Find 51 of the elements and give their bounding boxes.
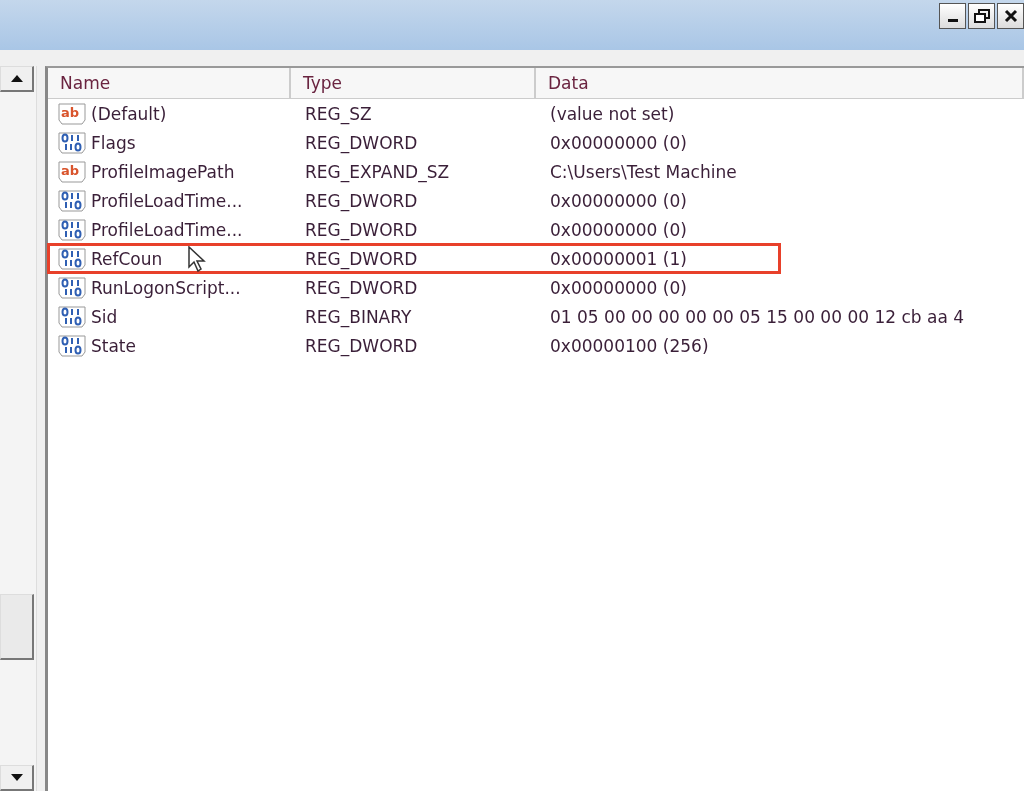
value-name[interactable]: State bbox=[91, 335, 136, 356]
value-name[interactable]: RefCoun bbox=[91, 248, 163, 269]
value-data: 0x00000000 (0) bbox=[550, 132, 687, 153]
column-header[interactable]: Data bbox=[536, 68, 1024, 98]
binary-value-icon bbox=[58, 218, 88, 241]
scroll-up-button[interactable] bbox=[0, 66, 34, 92]
value-data: 0x00000001 (1) bbox=[550, 248, 687, 269]
binary-value-icon bbox=[58, 276, 88, 299]
binary-value-icon bbox=[58, 305, 88, 328]
value-name[interactable]: ProfileLoadTime... bbox=[91, 219, 243, 240]
value-type: REG_DWORD bbox=[305, 248, 418, 269]
value-name[interactable]: ProfileLoadTime... bbox=[91, 190, 243, 211]
value-type: REG_DWORD bbox=[305, 219, 418, 240]
string-value-icon: ab bbox=[58, 160, 88, 183]
column-header[interactable]: Name bbox=[48, 68, 291, 98]
string-value-icon: ab bbox=[58, 102, 88, 125]
close-icon bbox=[1003, 9, 1018, 23]
binary-value-icon bbox=[58, 189, 88, 212]
value-type: REG_DWORD bbox=[305, 335, 418, 356]
down-arrow-icon bbox=[10, 774, 23, 781]
binary-value-icon bbox=[58, 334, 88, 357]
value-name[interactable]: (Default) bbox=[91, 103, 167, 124]
value-type: REG_SZ bbox=[305, 103, 372, 124]
value-type: REG_EXPAND_SZ bbox=[305, 161, 450, 182]
scroll-down-button[interactable] bbox=[0, 765, 34, 791]
restore-icon bbox=[973, 9, 990, 23]
up-arrow-icon bbox=[10, 75, 23, 82]
value-data: 0x00000000 (0) bbox=[550, 219, 687, 240]
value-name[interactable]: Sid bbox=[91, 306, 118, 327]
minimize-icon bbox=[947, 19, 958, 22]
binary-value-icon bbox=[58, 247, 88, 270]
value-name[interactable]: Flags bbox=[91, 132, 136, 153]
column-header[interactable]: Type bbox=[291, 68, 536, 98]
value-data: 0x00000100 (256) bbox=[550, 335, 709, 356]
value-type: REG_DWORD bbox=[305, 277, 418, 298]
value-data: 01 05 00 00 00 00 00 05 15 00 00 00 12 cb aa 4 bbox=[550, 306, 965, 327]
value-type: REG_DWORD bbox=[305, 132, 418, 153]
value-data: 0x00000000 (0) bbox=[550, 190, 687, 211]
value-data: C:\Users\Test Machine bbox=[550, 161, 737, 182]
minimize-button[interactable] bbox=[939, 3, 966, 29]
mouse-cursor-icon bbox=[188, 246, 206, 272]
value-type: REG_BINARY bbox=[305, 306, 412, 327]
value-name[interactable]: ProfileImagePath bbox=[91, 161, 235, 182]
value-data: (value not set) bbox=[550, 103, 675, 124]
close-button[interactable] bbox=[997, 3, 1024, 29]
value-type: REG_DWORD bbox=[305, 190, 418, 211]
restore-button[interactable] bbox=[968, 3, 995, 29]
value-data: 0x00000000 (0) bbox=[550, 277, 687, 298]
scrollbar-thumb[interactable] bbox=[0, 594, 34, 660]
binary-value-icon bbox=[58, 131, 88, 154]
value-name[interactable]: RunLogonScript... bbox=[91, 277, 241, 298]
